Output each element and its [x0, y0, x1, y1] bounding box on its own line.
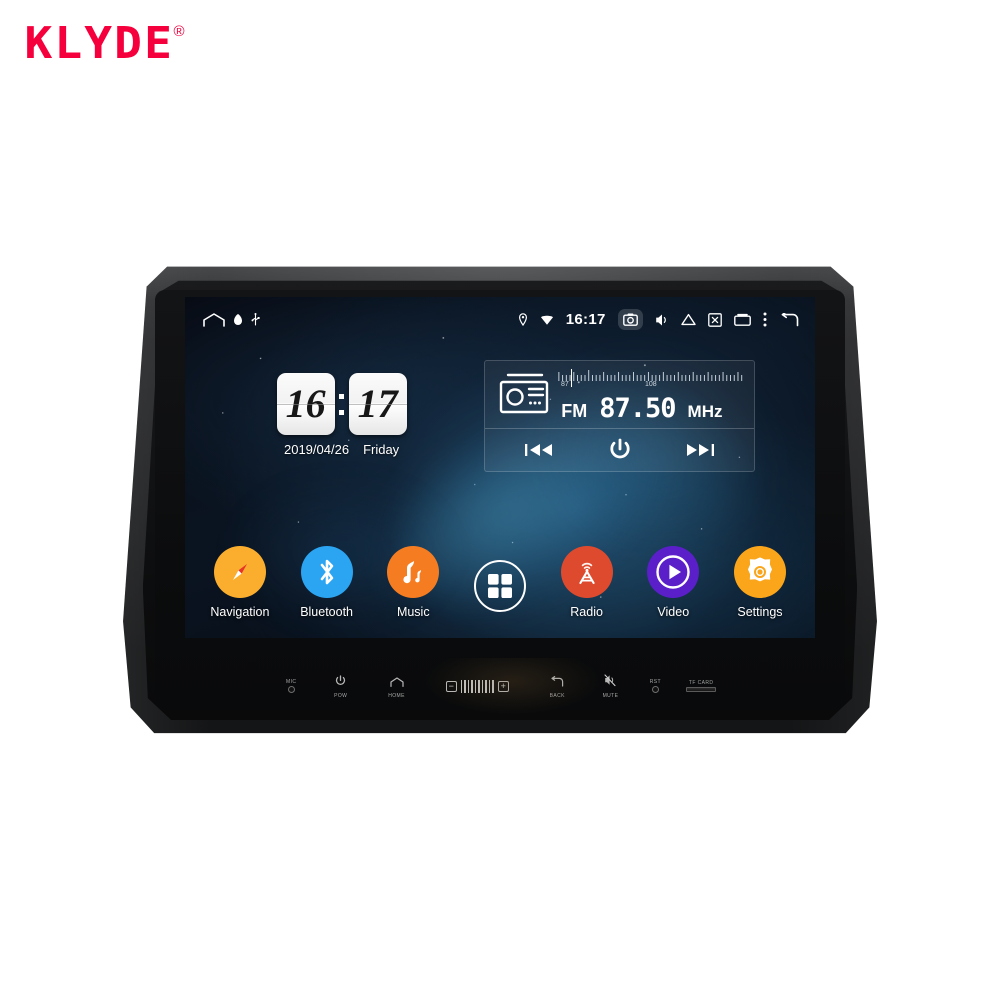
mic-button[interactable]: MIC — [286, 679, 297, 694]
app-drawer-icon[interactable] — [473, 560, 526, 613]
location-pin-icon — [518, 313, 528, 327]
app-label: Music — [396, 605, 430, 620]
volume-up-button[interactable]: + — [497, 680, 509, 692]
home-icon[interactable] — [203, 312, 226, 327]
car-head-unit: 16:17 16 17 2019/04/26 Friday 87 108 FM … — [120, 258, 880, 736]
tf-card-label: TF CARD — [688, 680, 714, 687]
power-button[interactable]: POW — [334, 674, 347, 699]
radio-transport-controls — [485, 429, 754, 471]
home-outline-icon — [389, 674, 404, 692]
app-settings[interactable]: Settings — [721, 546, 799, 619]
radio-widget-top: 87 108 FM 87.50 MHz — [485, 361, 754, 430]
hardware-button-bar: MIC POW HOME − + BACK MUTE RST TF CARD — [185, 657, 814, 715]
mic-hole-icon — [287, 686, 295, 694]
reset-hole-icon — [651, 686, 659, 694]
app-label: Video — [657, 605, 690, 620]
music-note-icon[interactable] — [387, 546, 440, 599]
screenshot-icon[interactable] — [707, 312, 722, 327]
clock-weekday: Friday — [363, 442, 400, 458]
scale-min-label: 87 — [560, 380, 569, 388]
mute-label: MUTE — [602, 692, 619, 699]
status-bar: 16:17 — [185, 297, 814, 343]
app-label: Bluetooth — [300, 605, 354, 620]
radio-tower-icon[interactable] — [560, 546, 613, 599]
app-dock: Navigation Bluetooth Music Radio Video S… — [201, 546, 799, 619]
tuning-scale-labels: 87 108 — [557, 381, 744, 391]
radio-frequency-unit: MHz — [687, 401, 723, 421]
radio-device-icon — [485, 372, 557, 419]
reset-button[interactable]: RST — [649, 679, 661, 694]
back-label: BACK — [549, 692, 565, 699]
power-icon — [335, 674, 346, 692]
mute-button[interactable]: MUTE — [603, 674, 619, 699]
volume-icon[interactable] — [655, 313, 669, 327]
bluetooth-icon[interactable] — [300, 546, 353, 599]
eject-icon[interactable] — [680, 313, 696, 326]
compass-icon[interactable] — [213, 546, 266, 599]
volume-down-button[interactable]: − — [445, 680, 457, 692]
clock-hours: 16 — [285, 381, 326, 427]
app-navigation[interactable]: Navigation — [201, 546, 279, 619]
radio-band-label: FM — [561, 400, 588, 421]
home-button[interactable]: HOME — [388, 674, 405, 699]
status-bar-left-group — [185, 312, 260, 327]
clock-minutes: 17 — [357, 381, 398, 427]
app-drawer-button[interactable] — [461, 560, 539, 619]
radio-widget[interactable]: 87 108 FM 87.50 MHz — [484, 359, 755, 473]
bluetooth-dot-icon — [234, 313, 243, 326]
tuning-scale[interactable]: 87 108 — [557, 367, 744, 391]
radio-power-button[interactable] — [609, 438, 631, 462]
next-station-button[interactable] — [685, 442, 715, 458]
status-bar-right-group: 16:17 — [518, 309, 815, 331]
recents-icon[interactable] — [733, 313, 751, 327]
clock-minutes-card: 17 — [348, 373, 407, 436]
app-radio[interactable]: Radio — [548, 546, 626, 619]
overflow-menu-icon[interactable] — [763, 312, 767, 327]
tf-card-opening — [686, 687, 717, 693]
radio-tuner-area: 87 108 FM 87.50 MHz — [557, 367, 754, 424]
prev-station-button[interactable] — [524, 442, 554, 458]
app-music[interactable]: Music — [374, 546, 452, 619]
brand-logo: KLYDE ® — [24, 22, 185, 66]
home-label: HOME — [388, 692, 405, 699]
usb-icon — [251, 313, 260, 326]
app-label: Settings — [737, 605, 783, 620]
clock-colon — [335, 393, 349, 415]
app-label: Radio — [570, 605, 603, 620]
registered-trademark-icon: ® — [173, 23, 185, 40]
app-bluetooth[interactable]: Bluetooth — [288, 546, 366, 619]
reset-label: RST — [649, 679, 661, 686]
clock-date-row: 2019/04/26 Friday — [284, 442, 399, 457]
back-button[interactable]: BACK — [550, 674, 565, 699]
clock-date: 2019/04/26 — [283, 442, 350, 458]
radio-frequency-row: FM 87.50 MHz — [557, 393, 744, 424]
tf-card-slot[interactable]: TF CARD — [686, 680, 717, 693]
back-icon[interactable] — [779, 312, 799, 327]
mic-label: MIC — [286, 679, 297, 686]
power-label: POW — [334, 692, 348, 699]
touchscreen-display[interactable]: 16:17 16 17 2019/04/26 Friday 87 108 FM … — [185, 296, 815, 638]
brand-name: KLYDE — [24, 18, 175, 69]
mute-speaker-icon — [604, 674, 616, 692]
radio-frequency-value: 87.50 — [599, 392, 676, 424]
clock-hours-card: 16 — [276, 373, 335, 436]
status-bar-clock: 16:17 — [565, 311, 606, 329]
video-play-icon[interactable] — [647, 546, 700, 599]
wifi-icon — [540, 314, 554, 326]
scale-max-label: 108 — [644, 380, 657, 388]
camera-icon[interactable] — [617, 309, 643, 331]
back-arrow-icon — [550, 674, 564, 692]
tuning-scale-ticks — [558, 369, 743, 381]
volume-rocker[interactable]: − + — [445, 679, 509, 693]
speaker-grille — [460, 679, 494, 693]
gear-icon[interactable] — [733, 546, 786, 599]
flip-clock-widget[interactable]: 16 17 2019/04/26 Friday — [276, 373, 407, 457]
flip-clock-digits: 16 17 — [276, 373, 407, 436]
app-video[interactable]: Video — [634, 546, 712, 619]
app-label: Navigation — [210, 605, 270, 620]
